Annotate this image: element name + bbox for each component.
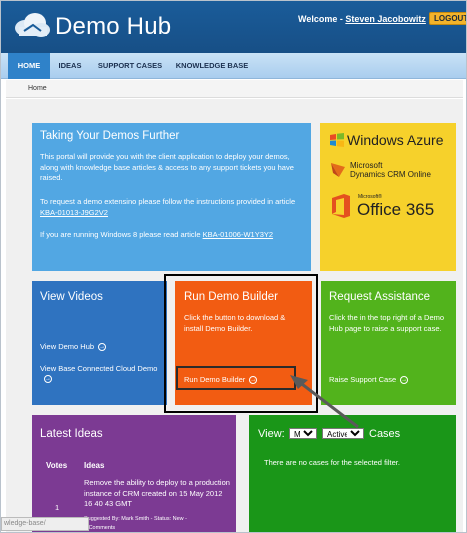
cases-label: Cases — [369, 428, 401, 440]
column-header-ideas: Ideas — [84, 461, 105, 470]
crm-logo-line2: Dynamics CRM Online — [350, 170, 431, 179]
tile-partners: Windows Azure Microsoft Dynamics CRM Onl… — [320, 123, 456, 271]
office-logo-icon — [332, 194, 350, 218]
link-label: View Demo Hub — [40, 342, 95, 351]
view-base-cloud-demo-link[interactable]: View Base Connected Cloud Demo → — [40, 364, 160, 384]
empty-cases-message: There are no cases for the selected filt… — [264, 458, 400, 467]
azure-logo-text: Windows Azure — [347, 132, 444, 148]
logout-button[interactable]: LOGOUT — [429, 12, 466, 25]
arrow-right-circle-icon: → — [44, 375, 52, 384]
brand-title[interactable]: Demo Hub — [55, 13, 171, 41]
arrow-right-circle-icon: → — [400, 376, 409, 385]
user-profile-link[interactable]: Steven Jacobowitz — [345, 14, 426, 24]
nav-home[interactable]: HOME — [8, 53, 50, 79]
browser-page: Demo Hub Welcome - Steven Jacobowitz LOG… — [0, 0, 467, 533]
annotation-arrow-icon — [290, 375, 359, 429]
welcome-text: Welcome - Steven Jacobowitz — [298, 14, 426, 24]
tile-description: Click the in the top right of a Demo Hub… — [329, 313, 445, 333]
main-nav: HOME IDEAS SUPPORT CASES KNOWLEDGE BASE — [1, 53, 466, 79]
kb-article-link[interactable]: KBA-01006-W1Y3Y2 — [203, 230, 273, 239]
welcome-prefix: Welcome - — [298, 14, 346, 24]
tile-latest-ideas: Latest Ideas Votes Ideas 1 Remove the ab… — [32, 415, 236, 532]
column-header-votes: Votes — [46, 461, 68, 470]
breadcrumb-bar: Home — [6, 80, 463, 98]
tile-description: This portal will provide you with the cl… — [40, 152, 294, 182]
idea-link[interactable]: Remove the ability to deploy to a produc… — [84, 478, 230, 510]
extension-instructions: To request a demo extensino please follo… — [40, 197, 302, 218]
tile-view-videos: View Videos View Demo Hub → View Base Con… — [32, 281, 167, 405]
windows8-text: If you are running Windows 8 please read… — [40, 230, 203, 239]
tile-title: View Videos — [40, 291, 103, 303]
tile-title: Request Assistance — [329, 291, 431, 303]
nav-ideas[interactable]: IDEAS — [53, 53, 87, 79]
idea-meta: Suggested By: Mark Smith - Status: New - — [84, 516, 188, 522]
office-logo-text: Office 365 — [357, 200, 435, 219]
nav-knowledge-base[interactable]: KNOWLEDGE BASE — [171, 53, 253, 79]
windows-flag-icon — [330, 133, 344, 147]
crm-logo-line1: Microsoft — [350, 161, 383, 170]
tile-demos-further: Taking Your Demos Further This portal wi… — [32, 123, 311, 271]
extension-text: To request a demo extensino please follo… — [40, 197, 296, 206]
site-header: Demo Hub Welcome - Steven Jacobowitz LOG… — [1, 1, 466, 53]
vote-count: 1 — [55, 503, 60, 512]
dynamics-crm-icon — [331, 163, 345, 177]
cloud-logo-icon — [15, 13, 50, 37]
button-highlight-box — [176, 366, 296, 390]
breadcrumb[interactable]: Home — [28, 85, 47, 92]
tile-title: Taking Your Demos Further — [40, 130, 180, 142]
link-label: View Base Connected Cloud Demo — [40, 364, 158, 373]
windows8-instructions: If you are running Windows 8 please read… — [40, 230, 302, 241]
status-url-snippet: wledge-base/ — [1, 517, 89, 531]
tile-title: Latest Ideas — [40, 428, 103, 440]
view-demo-hub-link[interactable]: View Demo Hub → — [40, 342, 107, 352]
kb-article-link[interactable]: KBA-01013-J9G2V2 — [40, 208, 108, 217]
arrow-right-circle-icon: → — [98, 343, 107, 352]
nav-support-cases[interactable]: SUPPORT CASES — [93, 53, 167, 79]
view-label: View: — [258, 428, 285, 440]
